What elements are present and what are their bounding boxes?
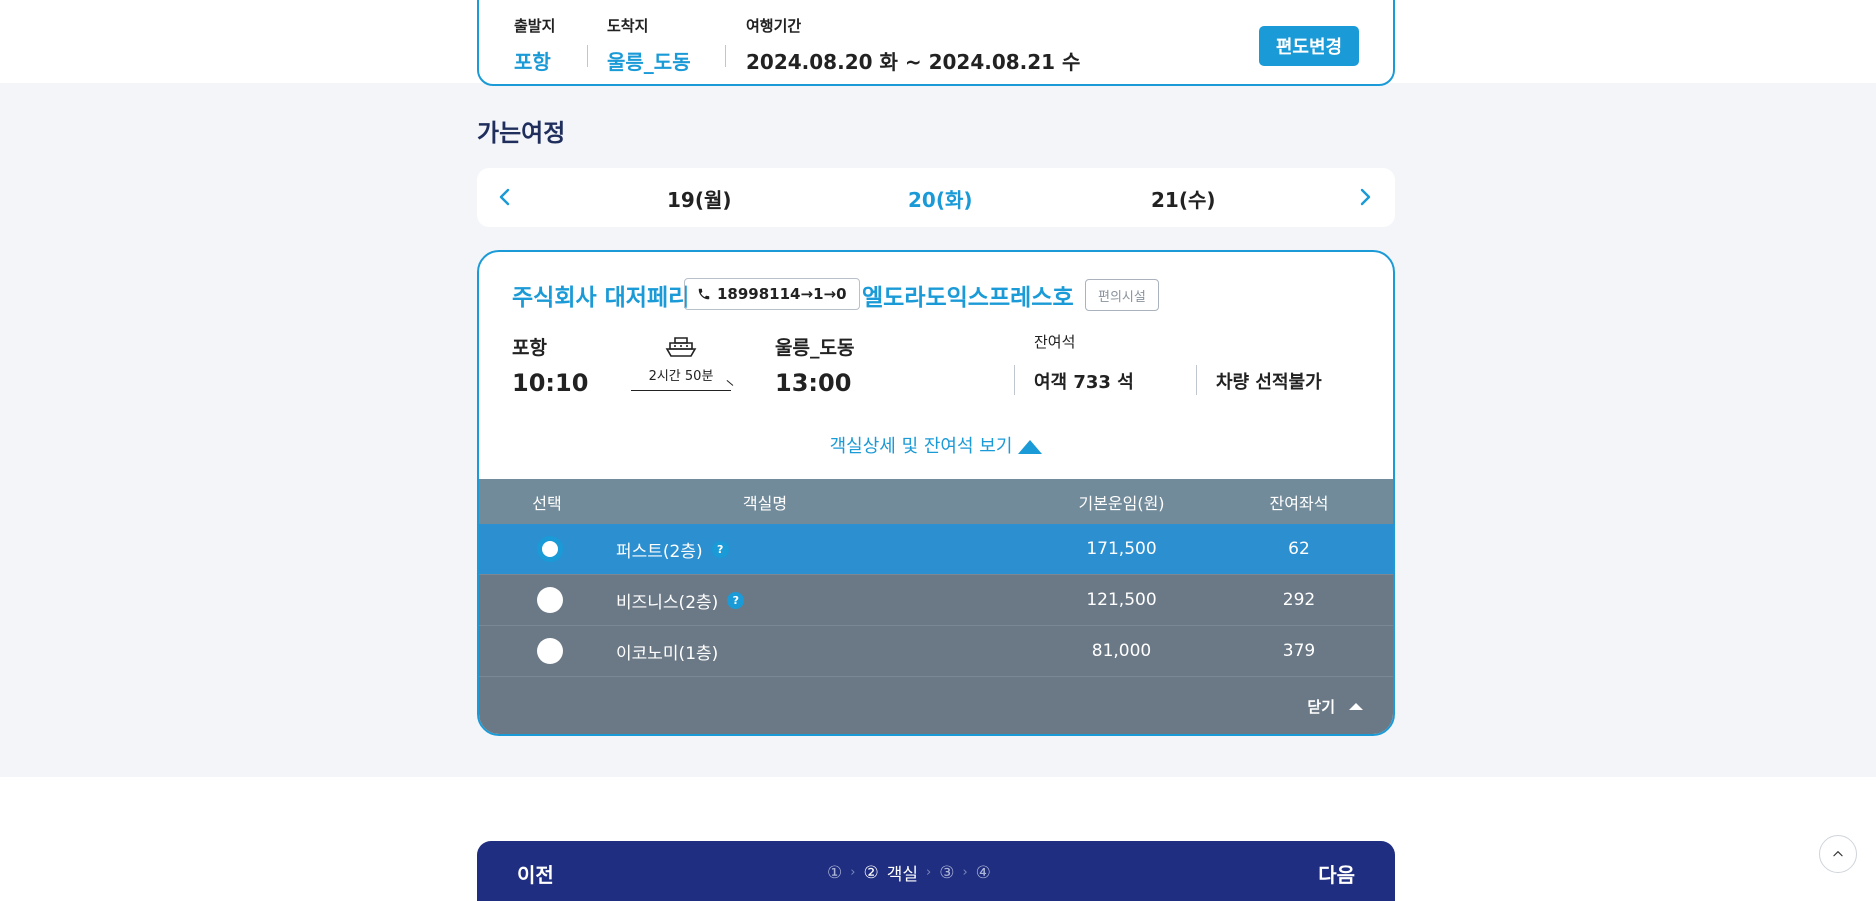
cabin-radio[interactable] — [537, 638, 563, 664]
cabin-radio[interactable] — [537, 536, 563, 562]
cabin-detail-toggle-label: 객실상세 및 잔여석 보기 — [829, 436, 1013, 457]
table-row[interactable]: 퍼스트(2층) ? 171,500 62 — [479, 524, 1393, 574]
ship-name: 엘도라도익스프레스호 — [862, 285, 1074, 311]
divider — [1014, 365, 1015, 395]
passenger-seats: 여객 733 석 — [1034, 372, 1134, 393]
chevron-left-icon[interactable] — [493, 185, 517, 209]
help-icon[interactable]: ? — [711, 540, 729, 558]
departure-value: 포항 — [514, 50, 551, 74]
step-indicator: ① › ② 객실 › ③ › ④ — [827, 860, 991, 886]
arrival-label: 도착지 — [607, 17, 649, 35]
cabin-name-cell: 비즈니스(2층) ? — [616, 575, 745, 625]
remaining-seats-label: 잔여석 — [1034, 333, 1076, 351]
divider — [587, 45, 588, 67]
departure-label: 출발지 — [514, 17, 556, 35]
facility-button[interactable]: 편의시설 — [1085, 279, 1159, 311]
depart-port: 포항 — [512, 337, 547, 359]
step-separator: › — [962, 865, 968, 880]
arrival-block: 도착지 울릉_도동 — [607, 15, 691, 75]
select-cell — [479, 524, 621, 574]
fare-cell: 81,000 — [1091, 641, 1152, 661]
seats-cell: 379 — [1282, 641, 1316, 661]
date-item-21[interactable]: 21(수) — [1151, 184, 1216, 213]
period-label: 여행기간 — [746, 17, 802, 35]
arrive-time: 13:00 — [775, 369, 852, 397]
period-value: 2024.08.20 화 ~ 2024.08.21 수 — [746, 50, 1081, 74]
table-footer: 닫기 — [479, 676, 1393, 734]
select-cell — [479, 575, 621, 625]
ferry-schedule-card: 주식회사 대저페리 18998114→1→0 엘도라도익스프레스호 편의시설 포… — [477, 250, 1395, 736]
step-2-label: 객실 — [886, 865, 918, 885]
cabin-table: 선택 객실명 기본운임(원) 잔여좌석 퍼스트(2층) ? 171,500 62… — [479, 479, 1393, 734]
depart-time: 10:10 — [512, 369, 589, 397]
seats-cell: 62 — [1288, 539, 1310, 559]
company-name: 주식회사 대저페리 — [512, 285, 690, 311]
fare-cell: 121,500 — [1086, 590, 1157, 610]
cabin-name-cell: 퍼스트(2층) ? — [616, 524, 729, 574]
vehicle-seats: 차량 선적불가 — [1216, 372, 1322, 393]
cabin-detail-toggle[interactable]: 객실상세 및 잔여석 보기 — [479, 432, 1393, 458]
scroll-top-button[interactable] — [1819, 835, 1857, 873]
close-button[interactable]: 닫기 — [1307, 696, 1363, 717]
section-title: 가는여정 — [477, 119, 566, 147]
cabin-name: 퍼스트(2층) — [616, 541, 703, 562]
header-select: 선택 — [532, 493, 562, 513]
fare-cell: 171,500 — [1086, 539, 1157, 559]
travel-duration: 2시간 50분 — [648, 369, 714, 384]
header-seats: 잔여좌석 — [1269, 493, 1329, 513]
phone-text: 18998114→1→0 — [717, 285, 847, 303]
help-icon[interactable]: ? — [727, 591, 745, 609]
date-item-19[interactable]: 19(월) — [667, 184, 732, 213]
phone-icon — [698, 288, 710, 300]
table-row[interactable]: 비즈니스(2층) ? 121,500 292 — [479, 574, 1393, 625]
divider — [1196, 365, 1197, 395]
triangle-up-icon — [1349, 703, 1363, 710]
step-separator: › — [850, 865, 856, 880]
search-summary-card: 출발지 포항 도착지 울릉_도동 여행기간 2024.08.20 화 ~ 202… — [477, 0, 1395, 86]
cabin-name: 이코노미(1층) — [616, 643, 719, 664]
seats-cell: 292 — [1282, 590, 1316, 610]
cabin-name: 비즈니스(2층) — [616, 592, 719, 613]
header-fare: 기본운임(원) — [1078, 493, 1165, 513]
cabin-name-cell: 이코노미(1층) — [616, 626, 718, 676]
header-cabin-name: 객실명 — [742, 493, 788, 513]
close-label: 닫기 — [1307, 698, 1335, 716]
departure-block: 출발지 포항 — [514, 15, 555, 75]
divider — [725, 45, 726, 67]
step-navigation-bar: 이전 ① › ② 객실 › ③ › ④ 다음 — [477, 841, 1395, 901]
change-trip-button[interactable]: 편도변경 — [1259, 26, 1359, 66]
table-header: 선택 객실명 기본운임(원) 잔여좌석 — [479, 479, 1393, 524]
ship-icon — [665, 337, 697, 357]
period-block: 여행기간 2024.08.20 화 ~ 2024.08.21 수 — [746, 15, 1080, 75]
table-row[interactable]: 이코노미(1층) 81,000 379 — [479, 625, 1393, 676]
next-button[interactable]: 다음 — [1318, 859, 1355, 888]
prev-button[interactable]: 이전 — [517, 859, 554, 888]
select-cell — [479, 626, 621, 676]
cabin-radio[interactable] — [537, 587, 563, 613]
step-separator: › — [925, 865, 932, 880]
scroll-top-icon — [1833, 851, 1843, 857]
arrival-value: 울릉_도동 — [607, 50, 691, 74]
date-navigation: 19(월) 20(화) 21(수) — [477, 168, 1395, 227]
arrive-port: 울릉_도동 — [775, 337, 855, 359]
duration-arrow-line — [631, 390, 731, 391]
triangle-up-icon — [1018, 440, 1043, 454]
date-item-20[interactable]: 20(화) — [908, 184, 973, 213]
chevron-right-icon[interactable] — [1353, 185, 1377, 209]
phone-number[interactable]: 18998114→1→0 — [684, 278, 860, 310]
